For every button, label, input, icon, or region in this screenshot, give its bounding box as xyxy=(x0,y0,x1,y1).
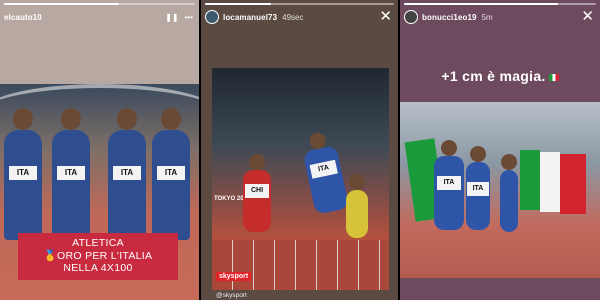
pause-icon[interactable]: ❚❚ xyxy=(165,13,178,22)
story-progress-fill xyxy=(404,3,558,5)
athlete-figure: ITA xyxy=(108,108,146,240)
story-progress-fill xyxy=(4,3,119,5)
story-timestamp: 49sec xyxy=(282,12,304,22)
avatar[interactable] xyxy=(404,10,418,24)
athlete-bib: ITA xyxy=(9,166,37,180)
photo-credit[interactable]: @skysport xyxy=(216,292,247,299)
banner-line: NELLA 4X100 xyxy=(63,262,133,274)
broadcaster-logo: skysport xyxy=(216,272,252,281)
italy-flag-icon xyxy=(548,73,559,81)
runner-figure: CHI xyxy=(243,154,271,232)
story-panel-1[interactable]: elcauto10 ❚❚ ••• ITA ITA ITA ITA ATLETIC… xyxy=(0,0,199,300)
italy-flag xyxy=(560,154,586,214)
athlete-figure: ITA xyxy=(466,146,490,230)
story-header: bonucci1eo19 5m ✕ xyxy=(404,8,594,26)
story-header: locamanuel73 49sec ✕ xyxy=(205,8,392,26)
story-progress-bar xyxy=(404,3,596,5)
banner-line: 🥇ORO PER L'ITALIA xyxy=(43,249,153,262)
story-header: elcauto10 ❚❚ ••• xyxy=(4,8,193,26)
track-lanes xyxy=(212,240,389,290)
story-timestamp: 5m xyxy=(481,12,493,22)
story-progress-bar xyxy=(4,3,195,5)
athlete-figure: ITA xyxy=(4,108,42,240)
athlete-bib: ITA xyxy=(57,166,85,180)
athlete-bib: ITA xyxy=(467,182,489,196)
story-username[interactable]: locamanuel73 xyxy=(223,13,277,22)
story-panel-2[interactable]: locamanuel73 49sec ✕ TOKYO 2020 CHI ITA … xyxy=(201,0,398,300)
close-icon[interactable]: ✕ xyxy=(581,9,594,24)
story-progress-bar xyxy=(205,3,394,5)
italy-flag xyxy=(540,152,560,212)
caption-banner: ATLETICA 🥇ORO PER L'ITALIA NELLA 4X100 xyxy=(18,233,178,280)
close-icon[interactable]: ✕ xyxy=(379,9,392,24)
runner-bib: CHI xyxy=(245,184,269,198)
banner-line: ATLETICA xyxy=(72,237,124,249)
athlete-figure: ITA xyxy=(434,140,464,230)
story-username[interactable]: elcauto10 xyxy=(4,13,42,22)
runner-figure xyxy=(346,174,368,238)
runner-bib: ITA xyxy=(309,159,338,179)
athlete-bib: ITA xyxy=(437,176,461,190)
story-username[interactable]: bonucci1eo19 xyxy=(422,13,477,22)
story-quote: +1 cm è magia. xyxy=(400,68,600,84)
italy-flag xyxy=(520,150,540,210)
avatar[interactable] xyxy=(205,10,219,24)
athlete-figure: ITA xyxy=(52,108,90,240)
athlete-bib: ITA xyxy=(113,166,141,180)
more-options-icon[interactable]: ••• xyxy=(185,13,193,22)
story-progress-fill xyxy=(205,3,272,5)
athlete-figure: ITA xyxy=(152,108,190,240)
athlete-figure xyxy=(500,154,518,232)
quote-text: +1 cm è magia. xyxy=(441,68,546,84)
athlete-bib: ITA xyxy=(157,166,185,180)
story-panel-3[interactable]: bonucci1eo19 5m ✕ +1 cm è magia. ITA ITA xyxy=(400,0,600,300)
